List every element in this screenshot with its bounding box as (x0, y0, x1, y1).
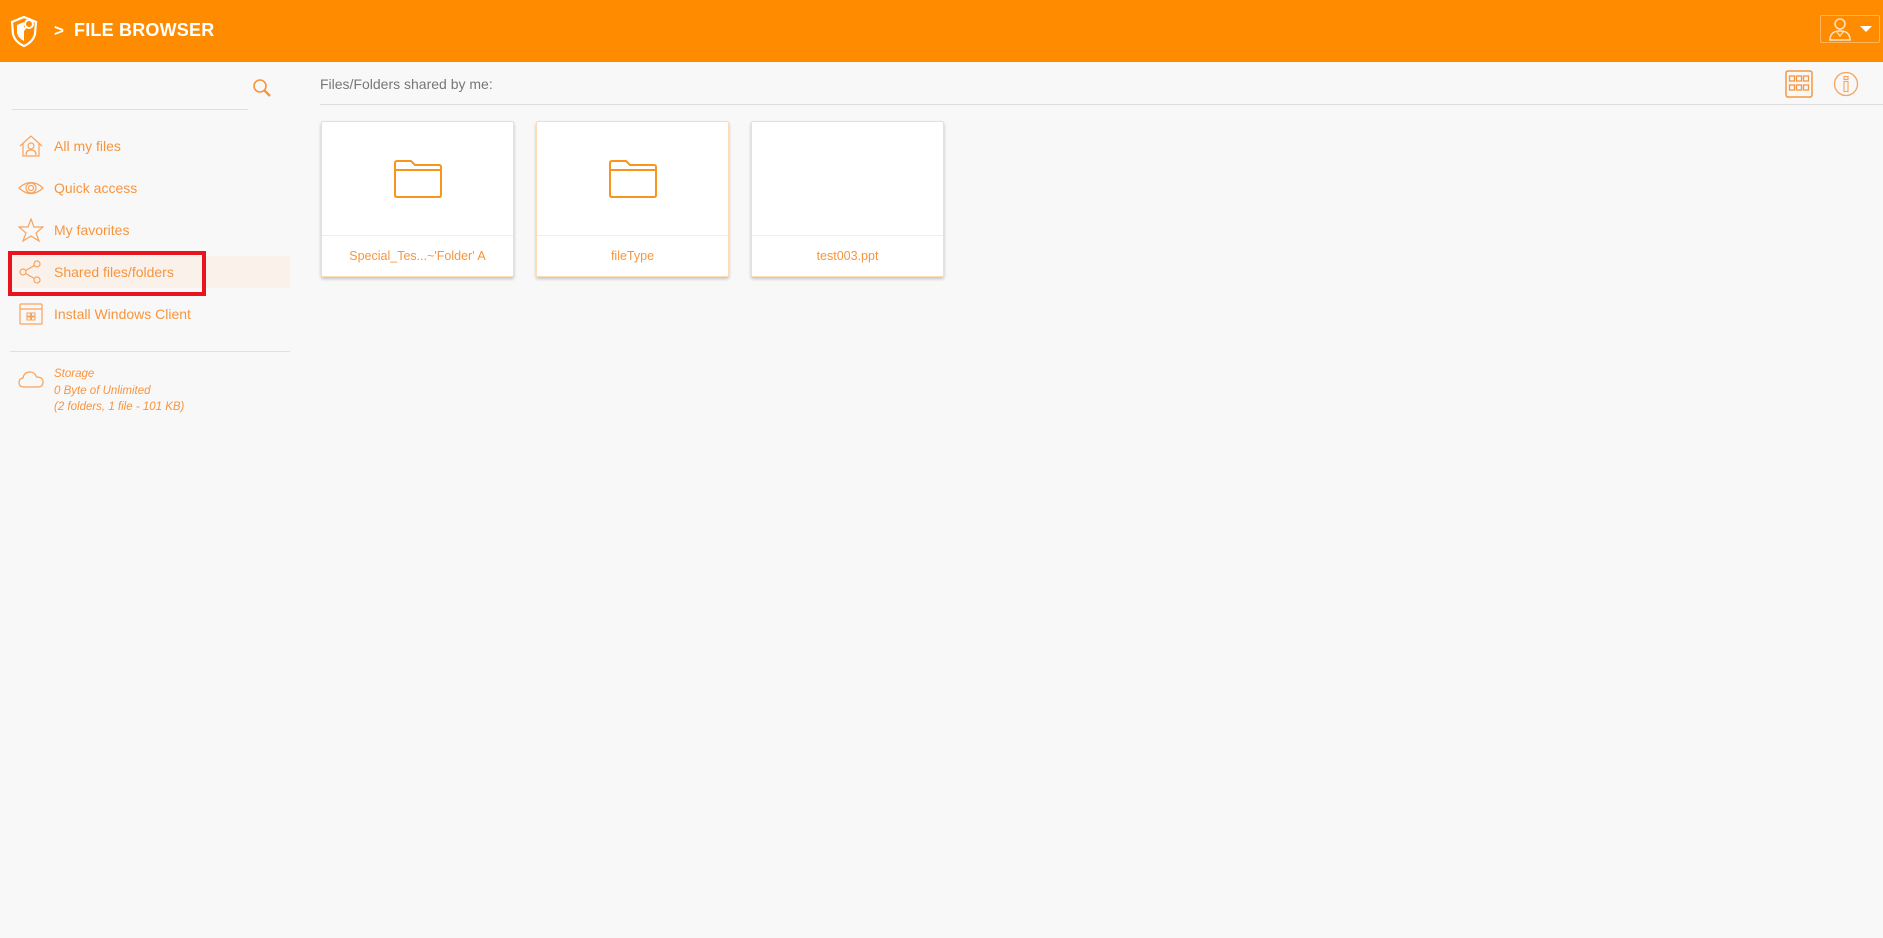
sidebar-item-my-favorites[interactable]: My favorites (0, 209, 290, 251)
grid-view-icon[interactable] (1785, 70, 1813, 98)
folder-card[interactable]: Special_Tes...~'Folder' A (321, 121, 514, 277)
sidebar: All my files Quick access My favorites S… (0, 62, 292, 938)
share-icon (19, 260, 41, 284)
breadcrumb-separator: > (54, 21, 64, 40)
user-menu-button[interactable] (1820, 15, 1880, 43)
sidebar-item-shared-files-folders[interactable]: Shared files/folders (0, 251, 290, 293)
windows-client-icon (19, 303, 43, 325)
sidebar-item-all-my-files[interactable]: All my files (0, 125, 290, 167)
user-icon (1829, 18, 1851, 41)
sidebar-item-install-windows-client[interactable]: Install Windows Client (0, 293, 290, 335)
info-icon[interactable] (1833, 71, 1859, 97)
eye-icon (18, 181, 44, 195)
card-thumbnail (537, 122, 728, 236)
folder-icon (608, 159, 657, 198)
sidebar-item-label: All my files (54, 138, 121, 154)
search-input[interactable] (12, 74, 232, 108)
shield-logo-icon[interactable] (8, 14, 40, 48)
sidebar-item-quick-access[interactable]: Quick access (0, 167, 290, 209)
content-header: Files/Folders shared by me: (320, 62, 1883, 105)
section-title: Files/Folders shared by me: (320, 76, 493, 92)
folder-card[interactable]: fileType (536, 121, 729, 277)
sidebar-divider (10, 351, 290, 352)
card-thumbnail (322, 122, 513, 236)
item-name: test003.ppt (816, 249, 879, 263)
item-name: Special_Tes...~'Folder' A (349, 249, 486, 263)
file-grid: Special_Tes...~'Folder' A fileType test0… (321, 121, 944, 277)
star-icon (18, 218, 44, 242)
folder-icon (393, 159, 442, 198)
search-box (12, 74, 248, 110)
top-bar: > FILE BROWSER (0, 0, 1883, 62)
sidebar-item-label: My favorites (54, 222, 130, 238)
sidebar-item-label: Shared files/folders (54, 264, 174, 280)
storage-label: Storage (54, 368, 95, 380)
chevron-down-icon (1860, 26, 1872, 32)
sidebar-item-label: Quick access (54, 180, 138, 196)
sidebar-item-label: Install Windows Client (54, 306, 191, 322)
main-content: Files/Folders shared by me: Special_Tes.… (292, 62, 1883, 938)
storage-info: Storage 0 Byte of Unlimited (2 folders, … (18, 366, 184, 416)
page-title: FILE BROWSER (74, 20, 215, 40)
storage-usage: 0 Byte of Unlimited (54, 384, 151, 397)
item-name: fileType (610, 249, 655, 263)
file-card[interactable]: test003.ppt (751, 121, 944, 277)
card-thumbnail (752, 122, 943, 236)
storage-summary: (2 folders, 1 file - 101 KB) (54, 401, 185, 413)
search-icon[interactable] (252, 78, 272, 98)
sidebar-nav: All my files Quick access My favorites S… (0, 125, 290, 335)
home-user-icon (19, 135, 43, 157)
cloud-icon (18, 371, 44, 388)
